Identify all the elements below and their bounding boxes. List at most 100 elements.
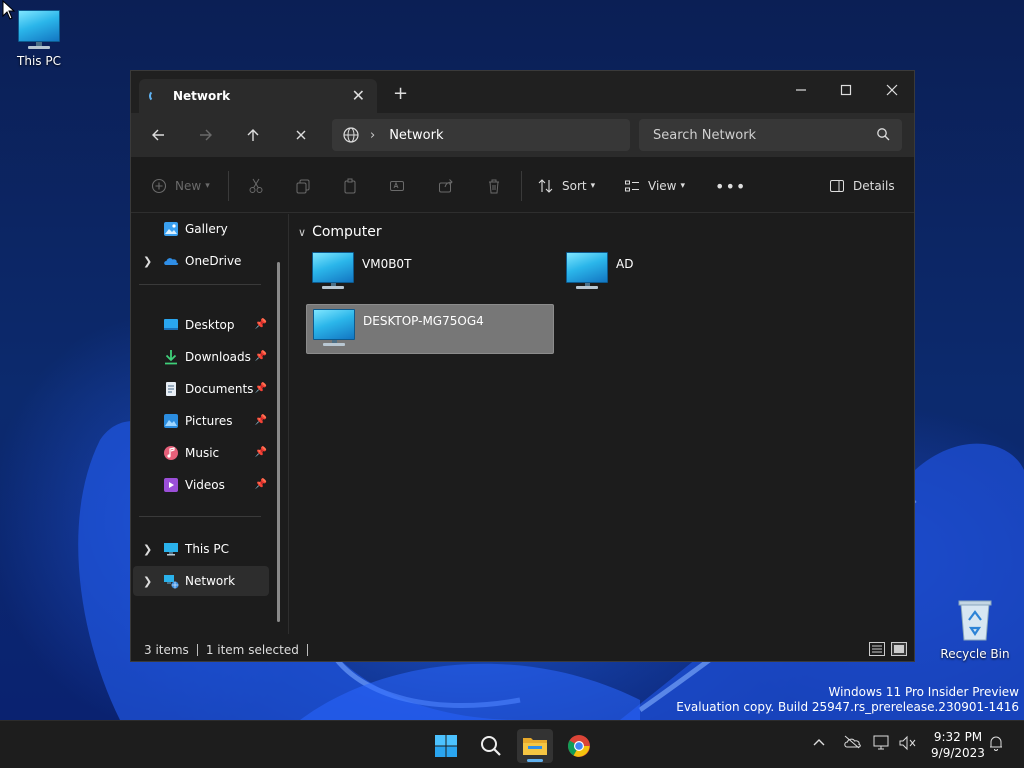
rename-button[interactable] [389,175,405,197]
new-tab-button[interactable]: + [393,83,408,104]
network-tray-icon[interactable] [873,735,891,755]
computer-name: VM0B0T [362,257,412,271]
nav-item-this-pc[interactable]: ❯ This PC [133,534,269,564]
status-bar: 3 items 1 item selected [131,637,914,663]
maximize-button[interactable] [823,75,869,105]
pin-icon[interactable]: 📌 [255,351,267,362]
pin-icon[interactable]: 📌 [255,415,267,426]
forward-button[interactable] [191,123,221,147]
monitor-icon [18,10,60,49]
volume-tray-icon[interactable] [899,735,917,755]
title-bar[interactable]: Network ✕ + [131,71,914,113]
plus-circle-icon [151,178,167,194]
desktop-icon-this-pc[interactable]: This PC [4,10,74,68]
group-header-computer[interactable]: ∨ Computer [298,224,382,240]
nav-item-desktop[interactable]: Desktop 📌 [133,310,269,340]
nav-item-onedrive[interactable]: ❯ OneDrive [133,246,269,276]
speaker-muted-icon [899,735,916,751]
stop-button[interactable] [286,123,316,147]
content-pane: ∨ Computer VM0B0T AD DESKTOP-MG75OG4 [290,214,914,634]
trash-icon [489,179,499,194]
toolbar-divider [521,171,522,201]
computer-tile-vm0b0t[interactable]: VM0B0T [306,248,554,298]
nav-item-label: Videos [185,478,225,492]
pin-icon[interactable]: 📌 [255,479,267,490]
pin-icon[interactable]: 📌 [255,319,267,330]
view-button[interactable]: View ▾ [624,175,685,197]
search-box[interactable] [639,119,902,151]
desktop-icon-recycle-bin[interactable]: Recycle Bin [940,598,1010,661]
close-window-button[interactable] [869,75,915,105]
computer-tile-desktop-mg75og4[interactable]: DESKTOP-MG75OG4 [306,304,554,354]
pin-icon[interactable]: 📌 [255,383,267,394]
close-tab-icon[interactable]: ✕ [352,86,365,105]
navigation-bar: › Network [131,113,914,157]
start-button[interactable] [428,729,464,763]
expand-chevron-icon[interactable]: ❯ [143,543,152,556]
address-bar[interactable]: › Network [332,119,630,151]
up-button[interactable] [238,123,268,147]
view-label: View [648,179,677,193]
arrow-left-icon [152,129,164,141]
pin-icon[interactable]: 📌 [255,447,267,458]
nav-item-videos[interactable]: Videos 📌 [133,470,269,500]
sort-button[interactable]: Sort ▾ [538,175,595,197]
search-input[interactable] [653,127,858,143]
details-pane-icon [830,180,844,192]
share-button[interactable] [438,175,454,197]
search-taskbar-button[interactable] [473,729,509,763]
nav-item-network[interactable]: ❯ Network [133,566,269,596]
nav-item-music[interactable]: Music 📌 [133,438,269,468]
nav-pane-scrollbar[interactable] [277,262,280,622]
nav-item-label: Desktop [185,318,235,332]
scissors-icon [249,178,263,193]
paste-button[interactable] [342,175,358,197]
details-view-button[interactable] [869,642,885,656]
breadcrumb-chevron-icon[interactable]: › [370,128,375,143]
arrow-right-icon [200,129,212,141]
pane-splitter[interactable] [288,214,289,634]
expand-chevron-icon[interactable]: ❯ [143,575,152,588]
cut-button[interactable] [248,175,264,197]
monitor-icon [312,252,354,289]
file-explorer-window: Network ✕ + › Network Search Network New… [130,70,915,662]
nav-item-label: Pictures [185,414,233,428]
back-button[interactable] [143,123,173,147]
file-explorer-taskbar-button[interactable] [517,729,553,763]
chevron-down-icon: ▾ [680,181,686,191]
nav-item-gallery[interactable]: Gallery [133,214,269,244]
nav-item-label: Gallery [185,222,228,236]
chrome-taskbar-button[interactable] [561,729,597,763]
copy-button[interactable] [295,175,311,197]
taskbar-clock[interactable]: 9:32 PM 9/9/2023 [928,729,988,761]
onedrive-tray-icon[interactable] [843,735,861,753]
running-indicator [527,759,543,762]
nav-divider [139,516,261,517]
nav-item-documents[interactable]: Documents 📌 [133,374,269,404]
see-more-button[interactable]: ••• [715,175,746,197]
delete-button[interactable] [486,175,502,197]
tab-network[interactable]: Network ✕ [139,79,377,113]
nav-item-downloads[interactable]: Downloads 📌 [133,342,269,372]
copy-icon [296,179,310,194]
chevron-up-icon [813,739,825,746]
breadcrumb-network[interactable]: Network [389,128,443,143]
view-list-icon [625,180,639,192]
maximize-icon [840,84,852,96]
notifications-button[interactable] [989,735,1003,755]
nav-item-label: OneDrive [185,254,242,268]
evaluation-watermark: Windows 11 Pro Insider Preview Evaluatio… [676,685,1019,715]
minimize-icon [796,89,806,91]
sort-label: Sort [562,179,587,193]
watermark-line-2: Evaluation copy. Build 25947.rs_prerelea… [676,700,1019,714]
details-pane-button[interactable]: Details [829,175,895,197]
chevron-down-icon: ▾ [205,181,210,191]
watermark-line-1: Windows 11 Pro Insider Preview [828,685,1019,699]
nav-item-pictures[interactable]: Pictures 📌 [133,406,269,436]
new-button[interactable]: New ▾ [151,175,210,197]
computer-tile-ad[interactable]: AD [560,248,808,298]
minimize-button[interactable] [778,75,824,105]
expand-chevron-icon[interactable]: ❯ [143,255,152,268]
large-icons-view-button[interactable] [891,642,907,656]
show-hidden-icons-button[interactable] [813,735,825,751]
